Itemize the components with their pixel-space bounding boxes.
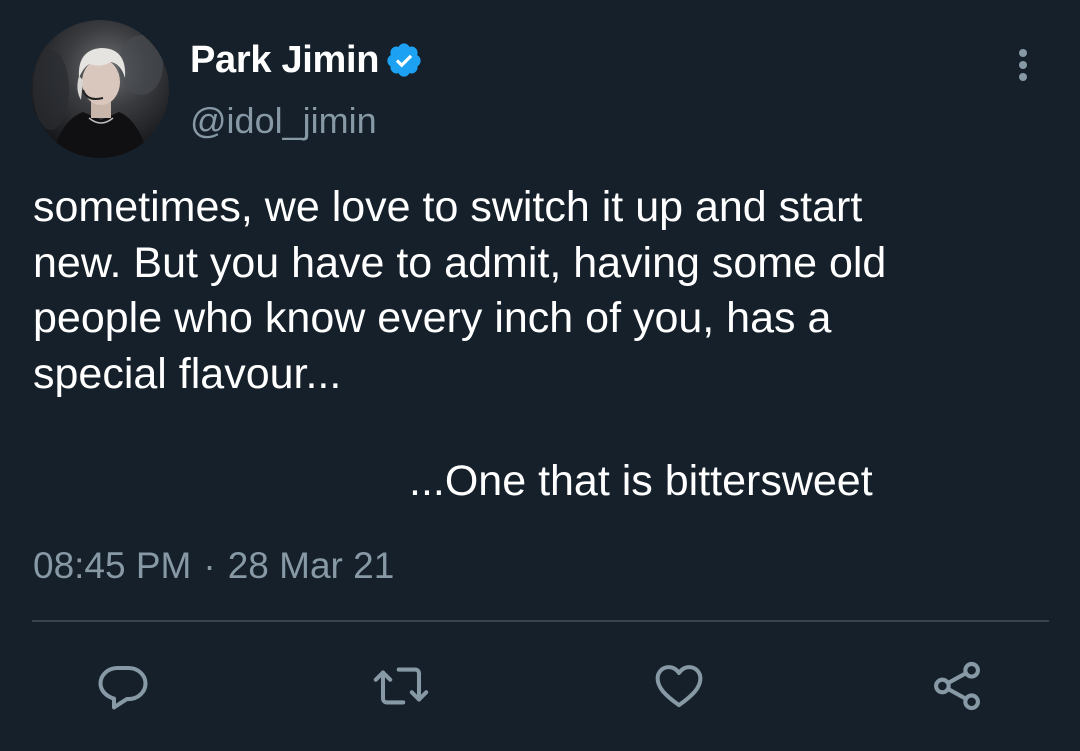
tweet-text: sometimes, we love to switch it up and s…	[33, 183, 887, 398]
tweet-timestamp[interactable]: 08:45 PM · 28 Mar 21	[33, 545, 394, 587]
heart-icon	[655, 665, 703, 708]
share-icon	[934, 661, 980, 711]
author-name-row[interactable]: Park Jimin	[190, 38, 423, 82]
avatar-photo	[33, 35, 163, 158]
divider	[32, 620, 1049, 622]
avatar[interactable]	[31, 20, 169, 158]
author-display-name[interactable]: Park Jimin	[190, 39, 380, 82]
more-vertical-icon	[1019, 49, 1027, 81]
meta-separator: ·	[203, 545, 216, 586]
verified-badge-icon	[387, 43, 421, 77]
tweet-card: Park Jimin @idol_jimin sometimes, we lov…	[0, 0, 1080, 751]
tweet-time: 08:45 PM	[33, 545, 192, 586]
author-handle[interactable]: @idol_jimin	[190, 100, 377, 142]
reply-icon	[98, 665, 148, 710]
like-button[interactable]	[649, 656, 709, 716]
retweet-icon	[373, 667, 429, 705]
tweet-text-tail: ...One that is bittersweet	[409, 457, 873, 505]
tweet-date: 28 Mar 21	[227, 545, 395, 586]
more-options-button[interactable]	[1008, 44, 1038, 88]
reply-button[interactable]	[93, 656, 153, 716]
retweet-button[interactable]	[371, 656, 431, 716]
share-button[interactable]	[927, 656, 987, 716]
